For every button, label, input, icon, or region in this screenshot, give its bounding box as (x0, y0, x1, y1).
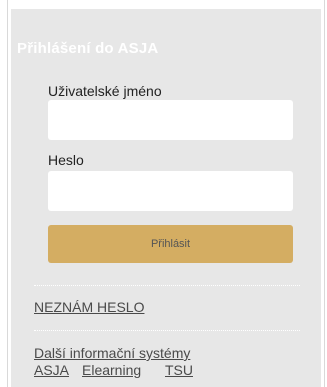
elearning-link[interactable]: Elearning (82, 362, 141, 378)
username-input[interactable] (48, 100, 293, 140)
asja-link[interactable]: ASJA (34, 362, 69, 378)
password-label: Heslo (48, 152, 84, 168)
divider (34, 285, 300, 286)
divider (34, 330, 300, 331)
tsu-link[interactable]: TSU (165, 362, 193, 378)
forgot-password-link[interactable]: NEZNÁM HESLO (34, 299, 144, 315)
login-button[interactable]: Přihlásit (48, 225, 293, 263)
login-title: Přihlášení do ASJA (17, 40, 159, 57)
other-systems-link[interactable]: Další informační systémy (34, 345, 190, 361)
password-input[interactable] (48, 171, 293, 211)
username-label: Uživatelské jméno (48, 83, 162, 99)
